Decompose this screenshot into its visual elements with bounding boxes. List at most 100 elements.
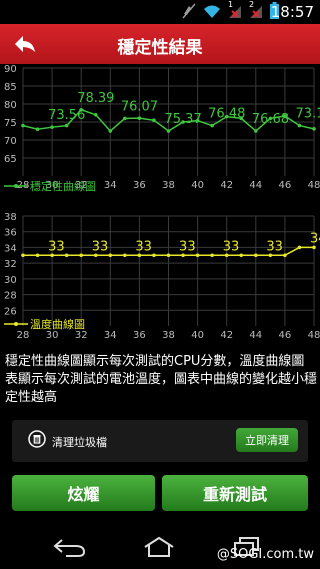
- data-label: 76.68: [252, 112, 289, 127]
- nav-home-button[interactable]: [141, 536, 177, 562]
- data-label: 75.37: [165, 112, 202, 127]
- y-tick-label: 32: [4, 259, 17, 270]
- legend-marker: [14, 184, 18, 188]
- data-point: [79, 253, 83, 258]
- x-tick-label: 40: [191, 330, 204, 338]
- data-point: [21, 123, 25, 128]
- data-point: [297, 245, 302, 250]
- data-point: [93, 113, 98, 117]
- data-point: [123, 253, 127, 258]
- data-point: [152, 118, 156, 122]
- data-point: [35, 253, 40, 258]
- status-icons: 1 2: [182, 0, 279, 19]
- data-point: [137, 116, 142, 120]
- status-bar: 1 2 18:57: [0, 0, 320, 24]
- x-tick-label: 34: [104, 180, 117, 191]
- clean-junk-bar: 清理垃圾檔 立即清理: [12, 420, 308, 462]
- data-point: [108, 129, 113, 133]
- page-title: 穩定性結果: [117, 38, 203, 58]
- signal-sim2-icon: 2: [249, 0, 263, 19]
- x-tick-label: 46: [279, 330, 292, 338]
- y-tick-label: 70: [4, 136, 17, 147]
- data-point: [152, 253, 156, 258]
- y-tick-label: 80: [4, 100, 17, 111]
- charts-area: 28 30 32 34 36 38 40 42 44 46 48 65 70 75 80 85 90 73.56 7…: [4, 64, 320, 338]
- x-tick-label: 42: [220, 330, 233, 338]
- legend-label: 溫度曲線圖: [30, 317, 85, 331]
- nav-back-button[interactable]: [52, 537, 88, 561]
- x-tick-label: 30: [46, 330, 59, 338]
- nav-back-icon: [53, 539, 86, 557]
- data-point: [64, 123, 69, 128]
- data-point: [195, 253, 200, 258]
- data-point: [312, 127, 316, 131]
- data-point: [297, 123, 302, 128]
- data-label: 33: [92, 239, 109, 254]
- legend-marker: [14, 322, 18, 326]
- watermark: @SOGI.com.tw: [216, 547, 314, 562]
- x-tick-label: 44: [249, 330, 262, 338]
- description-text: 穩定性曲線圖顯示每次測試的CPU分數，溫度曲線圖表顯示每次測試的電池溫度，圖表中…: [5, 354, 318, 405]
- x-tick-label: 40: [191, 180, 204, 191]
- x-tick-label: 44: [249, 180, 262, 191]
- x-tick-label: 48: [308, 330, 320, 338]
- data-point: [210, 253, 214, 258]
- data-point: [123, 116, 127, 121]
- data-label: 33: [179, 239, 196, 254]
- x-tick-label: 28: [17, 330, 30, 338]
- x-tick-label: 38: [162, 330, 175, 338]
- app-bar: 穩定性結果: [0, 24, 320, 64]
- x-tick-label: 34: [104, 330, 117, 338]
- y-tick-label: 75: [4, 118, 17, 129]
- x-tick-label: 46: [279, 180, 292, 191]
- x-tick-label: 38: [162, 180, 175, 191]
- y-tick-label: 90: [4, 64, 17, 75]
- x-tick-label: 48: [308, 180, 320, 191]
- data-point: [283, 253, 287, 258]
- y-tick-label: 30: [4, 275, 17, 286]
- data-label: 73.1: [295, 107, 320, 122]
- sim1-badge: 1: [228, 0, 234, 9]
- data-point: [239, 253, 244, 258]
- y-tick-label: 85: [4, 82, 17, 93]
- nav-home-icon: [144, 536, 174, 557]
- mute-icon: [182, 3, 196, 18]
- data-point: [254, 253, 258, 258]
- x-tick-label: 42: [220, 180, 233, 191]
- data-label: 78.39: [77, 91, 114, 106]
- data-label: 73.56: [48, 108, 85, 123]
- clean-now-button[interactable]: 立即清理: [236, 428, 298, 452]
- data-point: [50, 125, 54, 129]
- y-tick-label: 34: [4, 243, 17, 254]
- y-tick-label: 38: [4, 212, 17, 223]
- data-point: [21, 253, 25, 258]
- show-off-button[interactable]: 炫耀: [12, 475, 155, 511]
- retest-button[interactable]: 重新測試: [162, 475, 308, 511]
- data-label: 33: [223, 239, 240, 254]
- data-label: 76.48: [208, 107, 245, 122]
- temperature-chart: 28 30 32 34 36 38 40 42 44 46 48 26 28 30 32 34 36 38 33 33…: [4, 212, 320, 338]
- legend-label: 穩定性曲線圖: [30, 179, 96, 193]
- data-point: [108, 253, 113, 258]
- y-tick-label: 28: [4, 291, 17, 302]
- data-label: 34: [310, 231, 320, 246]
- nav-bar: @SOGI.com.tw: [0, 527, 320, 569]
- data-point: [35, 127, 40, 131]
- sim2-badge: 2: [249, 0, 255, 9]
- data-point: [166, 129, 171, 133]
- y-tick-label: 65: [4, 154, 17, 165]
- chart-legend: 溫度曲線圖: [4, 317, 85, 331]
- x-tick-label: 36: [133, 180, 146, 191]
- y-tick-label: 36: [4, 228, 17, 239]
- x-tick-label: 32: [75, 330, 88, 338]
- data-point: [210, 123, 214, 128]
- data-label: 76.07: [121, 99, 158, 114]
- data-label: 33: [266, 239, 283, 254]
- y-tick-label: 26: [4, 306, 17, 317]
- data-point: [64, 253, 69, 258]
- data-point: [254, 129, 258, 133]
- data-label: 33: [48, 239, 65, 254]
- trash-icon: [28, 430, 46, 452]
- data-point: [166, 253, 171, 258]
- stability-chart: 28 30 32 34 36 38 40 42 44 46 4865707580859073.567…: [4, 64, 320, 193]
